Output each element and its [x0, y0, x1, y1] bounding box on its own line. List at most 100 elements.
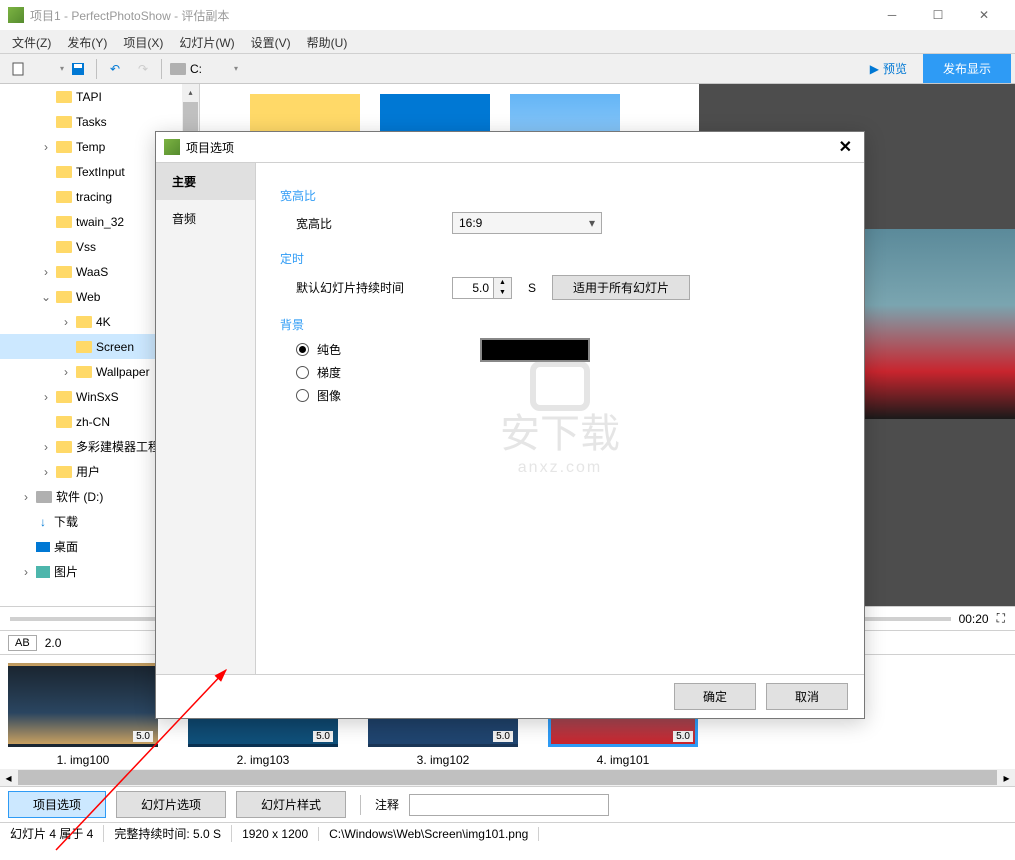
- menu-slides[interactable]: 幻灯片(W): [171, 30, 242, 53]
- tree-item-label: Tasks: [76, 115, 107, 129]
- minimize-button[interactable]: ─: [869, 0, 915, 30]
- folder-icon: [56, 141, 72, 153]
- bg-image-radio[interactable]: [296, 389, 309, 402]
- aspect-label: 宽高比: [296, 215, 436, 232]
- folder-icon: [56, 441, 72, 453]
- watermark-text: 安下载: [500, 401, 620, 459]
- menu-project[interactable]: 项目(X): [115, 30, 171, 53]
- tree-item-label: tracing: [76, 190, 112, 204]
- new-button[interactable]: [5, 56, 31, 82]
- tree-item-label: Web: [76, 290, 100, 304]
- preview-button[interactable]: ▶ 预览: [858, 56, 919, 81]
- folder-icon: [56, 216, 72, 228]
- tree-arrow-icon: ›: [60, 365, 72, 379]
- menu-publish[interactable]: 发布(Y): [59, 30, 115, 53]
- dialog-title-text: 项目选项: [186, 139, 835, 156]
- slide-thumb[interactable]: 5.0 1. img100: [8, 663, 158, 767]
- tab-main[interactable]: 主要: [156, 163, 255, 200]
- menu-settings[interactable]: 设置(V): [243, 30, 299, 53]
- bg-color-swatch[interactable]: [480, 338, 590, 362]
- spinner-up-icon[interactable]: ▲: [494, 278, 511, 288]
- scroll-right-icon[interactable]: ▸: [998, 769, 1015, 786]
- tree-item-label: TextInput: [76, 165, 125, 179]
- duration-input[interactable]: [453, 278, 493, 298]
- timing-unit: S: [528, 281, 536, 295]
- watermark-sub: anxz.com: [518, 459, 602, 477]
- save-button[interactable]: [65, 56, 91, 82]
- project-options-dialog: 项目选项 ✕ 主要 音频 宽高比 宽高比 16:9 定时 默认幻灯片持续时间 ▲…: [155, 131, 865, 719]
- aspect-value: 16:9: [459, 216, 482, 230]
- drive-label: C:: [190, 62, 202, 76]
- maximize-button[interactable]: ☐: [915, 0, 961, 30]
- slide-duration: 5.0: [493, 731, 513, 742]
- annotation-input[interactable]: [409, 794, 609, 816]
- folder-icon: [76, 341, 92, 353]
- zoom-value: 2.0: [45, 636, 62, 650]
- slide-duration: 5.0: [673, 731, 693, 742]
- publish-button[interactable]: 发布显示: [923, 54, 1011, 83]
- aspect-section-title: 宽高比: [280, 187, 840, 204]
- dialog-close-button[interactable]: ✕: [835, 137, 856, 157]
- slide-duration: 5.0: [133, 731, 153, 742]
- tree-arrow-icon: ›: [20, 490, 32, 504]
- folder-icon: [56, 241, 72, 253]
- folder-icon: [56, 391, 72, 403]
- folder-icon: [76, 316, 92, 328]
- tree-item-label: 软件 (D:): [56, 488, 103, 505]
- timing-label: 默认幻灯片持续时间: [296, 279, 436, 296]
- status-duration: 完整持续时间: 5.0 S: [104, 825, 232, 842]
- tree-item-label: Vss: [76, 240, 96, 254]
- ab-button[interactable]: AB: [8, 635, 37, 651]
- bg-solid-radio[interactable]: [296, 343, 309, 356]
- slide-styles-button[interactable]: 幻灯片样式: [236, 791, 346, 818]
- folder-icon: [56, 116, 72, 128]
- tab-audio[interactable]: 音频: [156, 200, 255, 237]
- slide-options-button[interactable]: 幻灯片选项: [116, 791, 226, 818]
- tree-item-label: 下载: [54, 513, 78, 530]
- tree-item-label: twain_32: [76, 215, 124, 229]
- slide-caption: 1. img100: [8, 753, 158, 767]
- bg-section-title: 背景: [280, 316, 840, 333]
- tree-arrow-icon: ›: [40, 440, 52, 454]
- folder-icon: [76, 366, 92, 378]
- spinner-down-icon[interactable]: ▼: [494, 288, 511, 298]
- browse-button[interactable]: [207, 56, 233, 82]
- timing-section-title: 定时: [280, 250, 840, 267]
- folder-icon: [56, 416, 72, 428]
- scroll-up-icon[interactable]: ▴: [182, 84, 199, 101]
- drive-icon: [36, 491, 52, 503]
- bg-gradient-radio[interactable]: [296, 366, 309, 379]
- cancel-button[interactable]: 取消: [766, 683, 848, 710]
- tree-arrow-icon: ›: [20, 565, 32, 579]
- undo-button[interactable]: ↶: [102, 56, 128, 82]
- tree-item-label: 图片: [54, 563, 78, 580]
- fullscreen-icon[interactable]: ⛶: [997, 611, 1005, 626]
- tree-item-label: 用户: [76, 463, 100, 480]
- redo-button[interactable]: ↷: [130, 56, 156, 82]
- tree-item-label: zh-CN: [76, 415, 110, 429]
- drive-selector[interactable]: C:: [166, 62, 206, 76]
- menu-help[interactable]: 帮助(U): [299, 30, 356, 53]
- tree-item-label: WinSxS: [76, 390, 119, 404]
- tree-arrow-icon: ›: [40, 465, 52, 479]
- menu-file[interactable]: 文件(Z): [4, 30, 59, 53]
- scroll-left-icon[interactable]: ◂: [0, 769, 17, 786]
- apply-all-button[interactable]: 适用于所有幻灯片: [552, 275, 690, 300]
- duration-spinner[interactable]: ▲▼: [452, 277, 512, 299]
- horizontal-scrollbar[interactable]: ◂ ▸: [0, 769, 1015, 786]
- ok-button[interactable]: 确定: [674, 683, 756, 710]
- tree-item[interactable]: TAPI: [0, 84, 199, 109]
- tree-item-label: 多彩建模器工程: [76, 438, 160, 455]
- bg-image-label: 图像: [317, 387, 341, 404]
- h-scroll-thumb[interactable]: [18, 770, 997, 785]
- aspect-combo[interactable]: 16:9: [452, 212, 602, 234]
- project-options-button[interactable]: 项目选项: [8, 791, 106, 818]
- open-button[interactable]: [33, 56, 59, 82]
- status-resolution: 1920 x 1200: [232, 827, 319, 841]
- dialog-icon: [164, 139, 180, 155]
- tree-item-label: 桌面: [54, 538, 78, 555]
- slide-caption: 3. img102: [368, 753, 518, 767]
- picture-icon: [36, 566, 50, 578]
- scroll-thumb[interactable]: [183, 102, 198, 132]
- close-button[interactable]: ✕: [961, 0, 1007, 30]
